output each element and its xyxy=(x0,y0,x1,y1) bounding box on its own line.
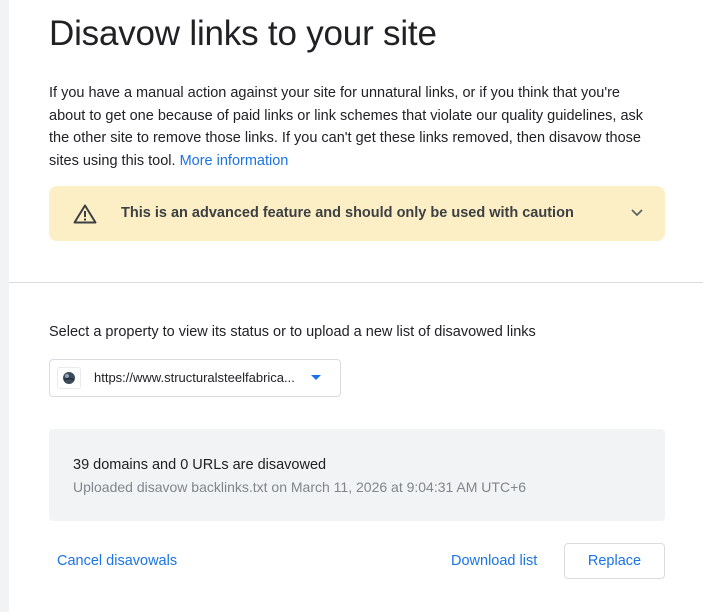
dropdown-arrow-icon xyxy=(311,375,321,380)
property-dropdown[interactable]: https://www.structuralsteelfabrica... xyxy=(49,359,341,397)
left-rail xyxy=(0,0,9,612)
disavow-summary: 39 domains and 0 URLs are disavowed xyxy=(73,457,327,473)
warning-triangle-icon xyxy=(73,204,97,224)
cancel-disavowals-button[interactable]: Cancel disavowals xyxy=(57,553,177,569)
intro-text: If you have a manual action against your… xyxy=(49,85,644,169)
caution-text: This is an advanced feature and should o… xyxy=(121,205,574,221)
chevron-down-icon[interactable] xyxy=(630,206,644,220)
replace-button[interactable]: Replace xyxy=(564,543,665,579)
caution-banner[interactable]: This is an advanced feature and should o… xyxy=(49,186,665,241)
disavow-status-panel: 39 domains and 0 URLs are disavowed Uplo… xyxy=(49,429,665,521)
section-divider xyxy=(9,282,703,283)
site-favicon-icon xyxy=(57,367,81,389)
intro-paragraph: If you have a manual action against your… xyxy=(49,82,649,172)
disavow-page: Disavow links to your site If you have a… xyxy=(0,0,703,612)
selected-property-url: https://www.structuralsteelfabrica... xyxy=(94,370,295,385)
page-title: Disavow links to your site xyxy=(49,14,437,53)
more-information-link[interactable]: More information xyxy=(180,153,289,169)
property-select-label: Select a property to view its status or … xyxy=(49,324,536,340)
download-list-button[interactable]: Download list xyxy=(451,553,537,569)
upload-detail: Uploaded disavow backlinks.txt on March … xyxy=(73,479,527,495)
